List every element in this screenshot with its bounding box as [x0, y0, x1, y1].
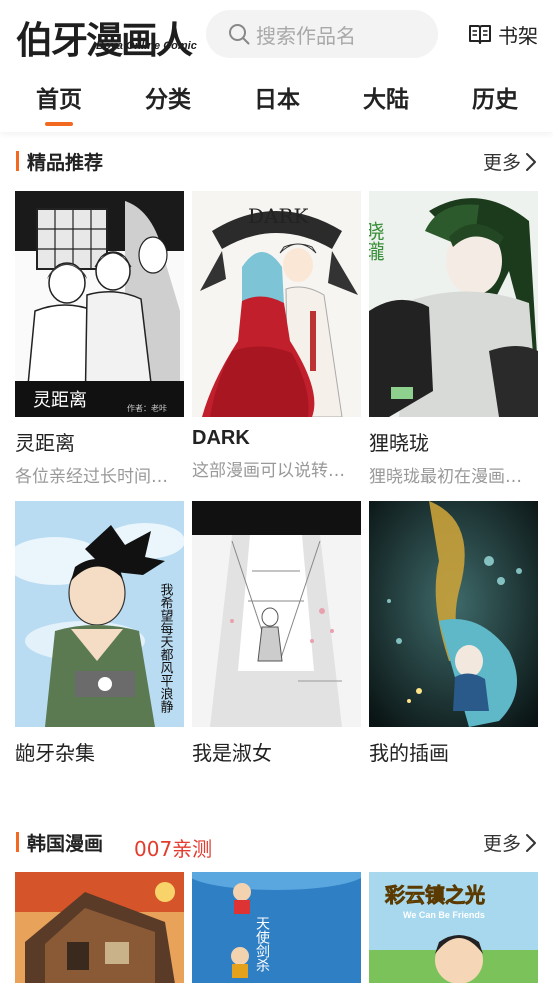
section-title: 精品推荐	[27, 152, 104, 174]
comic-cover	[192, 501, 361, 727]
comic-cover: 我希望每天都风平浪静	[15, 501, 184, 727]
tab-label: 历史	[472, 87, 518, 113]
section-header-featured: 精品推荐 更多	[16, 148, 537, 174]
comic-cover: 灵距离 作者：老咔	[15, 191, 184, 417]
section-accent-bar	[16, 151, 19, 171]
comic-card[interactable]	[15, 872, 184, 983]
comic-cover: DARK	[192, 191, 361, 417]
tab-label: 分类	[145, 87, 191, 113]
cover-caption: 天使剑杀	[254, 916, 270, 972]
tab-label: 首页	[36, 87, 82, 113]
comic-title: 灵距离	[15, 431, 75, 455]
comic-cover	[15, 872, 184, 983]
active-tab-indicator	[45, 122, 73, 126]
comic-card[interactable]: 我是淑女	[192, 501, 361, 766]
cover-subtitle: We Can Be Friends	[403, 910, 485, 920]
more-label: 更多	[482, 152, 521, 174]
tab-history[interactable]: 历史	[455, 80, 535, 126]
comic-card[interactable]: 我希望每天都风平浪静 龅牙杂集	[15, 501, 184, 766]
cover-caption: 晓瓏	[369, 221, 385, 261]
cover-caption: DARK	[248, 204, 310, 228]
comic-card[interactable]: 晓瓏 狸晓珑 狸晓珑最初在漫画…	[369, 191, 538, 487]
search-input[interactable]: 搜索作品名	[206, 10, 438, 58]
chevron-right-icon	[526, 152, 536, 171]
section-note: 007亲测	[134, 837, 213, 861]
comic-card[interactable]: 灵距离 作者：老咔 灵距离 各位亲经过长时间的等待…	[15, 191, 184, 487]
logo-sub-text: Boya Online Comic	[96, 40, 197, 52]
comic-card[interactable]: DARK DARK 这部漫画可以说转载的…	[192, 191, 361, 481]
section-accent-bar	[16, 832, 19, 852]
comic-description: 各位亲经过长时间的等待…	[15, 467, 184, 487]
tab-category[interactable]: 分类	[128, 80, 208, 126]
search-icon	[229, 24, 250, 45]
tab-label: 大陆	[363, 87, 409, 113]
comic-cover: 彩云镇之光 We Can Be Friends	[369, 872, 538, 983]
tab-label: 日本	[254, 87, 300, 113]
app-header: 伯牙漫画人 Boya Online Comic 搜索作品名 书架 首页 分类 日…	[0, 0, 553, 132]
bookshelf-button[interactable]: 书架	[468, 20, 538, 48]
search-placeholder: 搜索作品名	[256, 23, 356, 48]
nav-tabs: 首页 分类 日本 大陆 历史	[0, 72, 553, 126]
comic-card[interactable]: 天使剑杀	[192, 872, 361, 983]
chevron-right-icon	[526, 833, 536, 852]
tab-mainland[interactable]: 大陆	[346, 80, 426, 126]
comic-cover	[369, 501, 538, 727]
comic-cover: 天使剑杀	[192, 872, 361, 983]
comic-description: 这部漫画可以说转载的…	[192, 461, 361, 481]
comic-title: 龅牙杂集	[15, 741, 95, 765]
logo-main-text: 伯牙漫画人	[16, 18, 193, 62]
tab-home[interactable]: 首页	[19, 80, 99, 126]
comic-title: 我的插画	[369, 741, 449, 765]
comic-title: DARK	[192, 427, 250, 449]
bookshelf-label: 书架	[498, 23, 538, 48]
cover-caption: 灵距离	[33, 390, 87, 411]
comic-title: 狸晓珑	[369, 431, 429, 455]
section-header-korea: 韩国漫画 007亲测 更多	[16, 829, 537, 861]
more-button[interactable]: 更多	[483, 148, 537, 175]
cover-caption: 彩云镇之光	[384, 883, 485, 907]
more-button[interactable]: 更多	[483, 829, 537, 856]
more-label: 更多	[482, 833, 521, 855]
comic-card[interactable]: 我的插画	[369, 501, 538, 766]
comic-title: 我是淑女	[192, 741, 272, 765]
app-logo[interactable]: 伯牙漫画人 Boya Online Comic	[16, 8, 197, 62]
tab-japan[interactable]: 日本	[237, 80, 317, 126]
comic-description: 狸晓珑最初在漫画…	[369, 467, 522, 487]
comic-card[interactable]: 彩云镇之光 We Can Be Friends	[369, 872, 538, 983]
section-title: 韩国漫画	[27, 833, 104, 855]
cover-author: 作者：老咔	[127, 403, 167, 413]
book-icon	[469, 25, 491, 44]
comic-cover: 晓瓏	[369, 191, 538, 417]
cover-caption: 我希望每天都风平浪静	[158, 583, 174, 713]
